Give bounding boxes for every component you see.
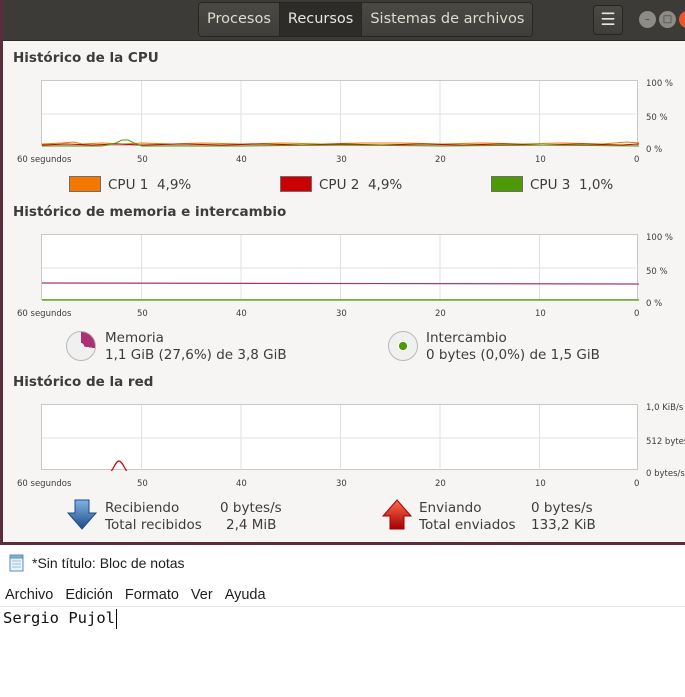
receiving-rate: 0 bytes/s: [220, 500, 282, 516]
mem-pct-100: 100 %: [646, 233, 674, 243]
cpu1-color-button[interactable]: [69, 176, 101, 192]
cpu3-color-button[interactable]: [491, 176, 523, 192]
sending-label: Enviando: [419, 500, 482, 516]
receiving-label: Recibiendo: [105, 500, 180, 516]
mem-pct-50: 50 %: [646, 267, 668, 277]
menu-edicion[interactable]: Edición: [59, 584, 119, 606]
tab-recursos[interactable]: Recursos: [279, 3, 363, 36]
cpu1-value: 4,9%: [156, 177, 192, 193]
notepad-title: *Sin título: Bloc de notas: [32, 555, 185, 571]
swap-value: 0 bytes (0,0%) de 1,5 GiB: [426, 347, 600, 363]
notepad-text-area[interactable]: Sergio Pujol: [0, 606, 685, 697]
swap-label: Intercambio: [426, 330, 507, 346]
net-xtick: 10: [535, 479, 546, 489]
cpu-xtick: 30: [336, 155, 347, 165]
cpu-xtick: 0: [634, 155, 640, 165]
cpu-xtick: 40: [236, 155, 247, 165]
net-xtick: 0: [634, 479, 640, 489]
notepad-menubar: Archivo Edición Formato Ver Ayuda: [0, 584, 685, 606]
cpu2-name: CPU 2: [319, 177, 360, 193]
notepad-titlebar: *Sin título: Bloc de notas: [0, 546, 685, 582]
mem-pct-0: 0 %: [646, 299, 663, 309]
net-xtick: 50: [137, 479, 148, 489]
cpu-xtick: 20: [435, 155, 446, 165]
minimize-button[interactable]: –: [639, 11, 656, 28]
cpu-xtick: 10: [535, 155, 546, 165]
system-monitor-window: Procesos Recursos Sistemas de archivos ☰…: [0, 0, 685, 545]
cpu1-name: CPU 1: [108, 177, 149, 193]
close-button[interactable]: ×: [679, 11, 685, 28]
cpu2-color-button[interactable]: [280, 176, 312, 192]
cpu1-legend-label: CPU 1 4,9%: [108, 177, 191, 193]
menu-archivo[interactable]: Archivo: [0, 584, 59, 606]
hamburger-icon: ☰: [600, 10, 616, 30]
cpu-pct-100: 100 %: [646, 79, 674, 89]
net-xtick: 60 segundos: [17, 479, 72, 489]
download-arrow-icon[interactable]: [67, 499, 97, 530]
swap-pie-button[interactable]: [388, 331, 418, 361]
total-sent-label: Total enviados: [419, 517, 516, 533]
upload-arrow-icon[interactable]: [382, 499, 412, 530]
cpu-xtick: 60 segundos: [17, 155, 72, 165]
memory-line: [42, 282, 639, 285]
cpu3-value: 1,0%: [578, 177, 614, 193]
minimize-icon: –: [645, 14, 650, 25]
sending-rate: 0 bytes/s: [531, 500, 593, 516]
total-received-value: 2,4 MiB: [226, 517, 277, 533]
mem-xtick: 60 segundos: [17, 309, 72, 319]
memory-label: Memoria: [105, 330, 164, 346]
mem-xtick: 20: [435, 309, 446, 319]
menu-ayuda[interactable]: Ayuda: [219, 584, 272, 606]
mem-xtick: 40: [236, 309, 247, 319]
text-caret: [116, 609, 117, 629]
network-graph-svg: [42, 405, 639, 471]
notepad-window: *Sin título: Bloc de notas Archivo Edici…: [0, 546, 685, 697]
network-history-title: Histórico de la red: [13, 374, 154, 390]
total-sent-value: 133,2 KiB: [531, 517, 596, 533]
hamburger-menu-button[interactable]: ☰: [593, 5, 623, 35]
memory-graph: [41, 234, 639, 301]
cpu3-legend-label: CPU 3 1,0%: [530, 177, 613, 193]
cpu-xtick: 50: [137, 155, 148, 165]
cpu2-value: 4,9%: [367, 177, 403, 193]
cpu-pct-50: 50 %: [646, 113, 668, 123]
net-xtick: 20: [435, 479, 446, 489]
notepad-content: Sergio Pujol: [3, 609, 115, 627]
header-bar: Procesos Recursos Sistemas de archivos ☰…: [3, 0, 685, 41]
net-xtick: 30: [336, 479, 347, 489]
notepad-app-icon: [9, 554, 24, 572]
mem-xtick: 50: [137, 309, 148, 319]
memory-pie-button[interactable]: [66, 331, 96, 361]
menu-ver[interactable]: Ver: [185, 584, 219, 606]
mem-xtick: 30: [336, 309, 347, 319]
net-rate-mid: 512 bytes/s: [646, 437, 685, 447]
net-rate-zero: 0 bytes/s: [646, 469, 685, 479]
memory-history-title: Histórico de memoria e intercambio: [13, 204, 287, 220]
cpu-history-title: Histórico de la CPU: [13, 50, 159, 66]
tab-procesos[interactable]: Procesos: [199, 3, 280, 36]
cpu-graph-svg: [42, 81, 639, 147]
menu-formato[interactable]: Formato: [119, 584, 185, 606]
net-rate-max: 1,0 KiB/s: [646, 403, 684, 413]
cpu-graph: [41, 80, 639, 147]
memory-value: 1,1 GiB (27,6%) de 3,8 GiB: [105, 347, 287, 363]
maximize-icon: □: [662, 14, 673, 25]
cpu-pct-0: 0 %: [646, 145, 663, 155]
view-switcher: Procesos Recursos Sistemas de archivos: [198, 2, 534, 37]
mem-xtick: 0: [634, 309, 640, 319]
network-graph: [41, 404, 639, 471]
memory-graph-svg: [42, 235, 639, 301]
cpu3-name: CPU 3: [530, 177, 571, 193]
total-received-label: Total recibidos: [105, 517, 202, 533]
net-xtick: 40: [236, 479, 247, 489]
tab-sistemas-de-archivos[interactable]: Sistemas de archivos: [362, 3, 533, 36]
maximize-button[interactable]: □: [659, 11, 676, 28]
cpu2-legend-label: CPU 2 4,9%: [319, 177, 402, 193]
mem-xtick: 10: [535, 309, 546, 319]
